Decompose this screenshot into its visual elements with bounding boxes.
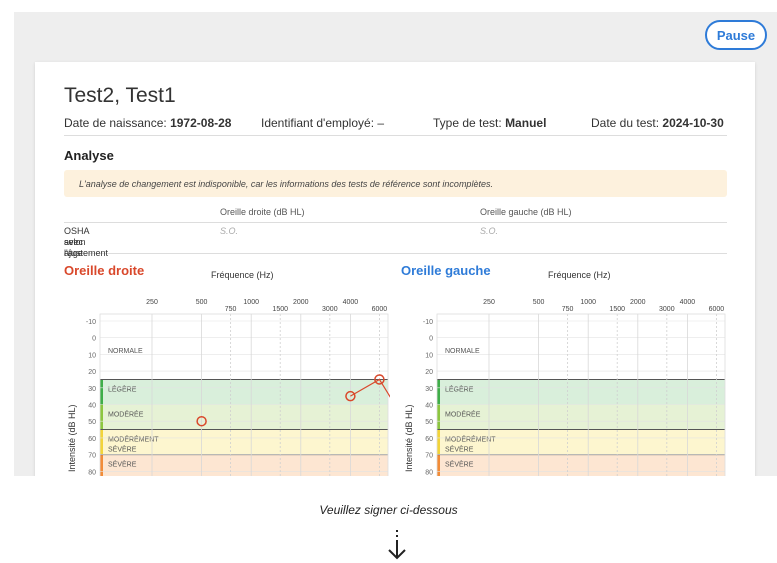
y-tick-label: 70 [425,453,433,460]
x-tick-label: 2000 [293,299,309,306]
hearing-zone [437,454,725,476]
x-tick-label: 2000 [630,299,646,306]
x-tick-label: 500 [196,299,208,306]
date-of-birth: Date de naissance: 1972-08-28 [64,116,232,130]
left-frequency-title: Fréquence (Hz) [548,270,611,280]
pause-button[interactable]: Pause [705,20,767,50]
test-date: Date du test: 2024-10-30 [591,116,724,130]
x-tick-label: 1500 [609,306,625,313]
y-tick-label: 10 [88,352,96,359]
left-ear-audiogram: NORMALELÉGÈREMODÉRÉEMODÉRÉMENTSÉVÈRESÉVÈ… [423,299,726,476]
x-tick-label: 750 [225,306,237,313]
zone-label: MODÉRÉMENT [108,435,159,444]
right-frequency-title: Fréquence (Hz) [211,270,274,280]
column-left-ear: Oreille gauche (dB HL) [480,207,572,217]
zone-label: LÉGÈRE [108,384,137,393]
x-tick-label: 500 [533,299,545,306]
y-tick-label: 50 [425,419,433,426]
hearing-zone-marker [437,404,440,430]
right-ear-title: Oreille droite [64,263,145,278]
divider [64,135,727,136]
left-ear-title: Oreille gauche [401,263,491,278]
zone-label: NORMALE [108,348,143,355]
y-tick-label: -10 [423,319,433,326]
zone-label: LÉGÈRE [445,384,474,393]
x-tick-label: 6000 [372,306,388,313]
left-ear-value: S.O. [480,226,499,236]
y-tick-label: 60 [425,436,433,443]
right-ear-value: S.O. [220,226,239,236]
zone-label: NORMALE [445,348,480,355]
hearing-zone-marker [100,454,103,476]
y-tick-label: -10 [86,319,96,326]
x-tick-label: 250 [483,299,495,306]
y-tick-label: 20 [425,369,433,376]
hearing-zone-marker [437,379,440,405]
analysis-title: Analyse [64,148,114,163]
zone-label: SÉVÈRE [108,460,137,469]
analysis-alert: L'analyse de changement est indisponible… [64,170,727,197]
y-tick-label: 20 [88,369,96,376]
hearing-zone-marker [100,321,103,380]
y-tick-label: 80 [425,469,433,476]
y-tick-label: 70 [88,453,96,460]
hearing-zone-marker [437,321,440,380]
hearing-zone-marker [100,379,103,405]
hearing-zone [437,379,725,405]
y-tick-label: 0 [92,336,96,343]
x-tick-label: 3000 [659,306,675,313]
x-tick-label: 4000 [680,299,696,306]
hearing-zone-marker [100,429,103,455]
y-tick-label: 40 [425,403,433,410]
analysis-table-header: Oreille droite (dB HL) Oreille gauche (d… [64,205,727,223]
y-tick-label: 10 [425,352,433,359]
test-type: Type de test: Manuel [433,116,547,130]
x-tick-label: 1000 [580,299,596,306]
x-tick-label: 3000 [322,306,338,313]
arrow-down-icon [388,530,406,560]
hearing-zone [437,321,725,380]
zone-label: SÉVÈRE [445,445,474,454]
y-tick-label: 30 [88,386,96,393]
y-tick-label: 60 [88,436,96,443]
hearing-zone [100,379,388,405]
zone-label: MODÉRÉMENT [445,435,496,444]
signature-area: Veuillez signer ci-dessous [0,476,777,563]
sign-prompt: Veuillez signer ci-dessous [319,503,458,517]
table-row: OSHA avec ajustement selon l'âge S.O. S.O… [64,223,727,258]
y-tick-label: 40 [88,403,96,410]
x-tick-label: 6000 [709,306,725,313]
audiogram-report: Test2, Test1 Date de naissance: 1972-08-… [35,62,755,476]
zone-label: MODÉRÉE [108,410,144,419]
zone-label: SÉVÈRE [445,460,474,469]
hearing-zone-marker [437,454,440,476]
x-tick-label: 1000 [243,299,259,306]
hearing-zone [100,321,388,380]
y-tick-label: 80 [88,469,96,476]
hearing-zone [100,454,388,476]
x-tick-label: 4000 [343,299,359,306]
x-tick-label: 1500 [272,306,288,313]
test-review-panel: Pause Test2, Test1 Date de naissance: 19… [14,12,777,476]
hearing-zone-marker [437,429,440,455]
right-ear-audiogram: NORMALELÉGÈREMODÉRÉEMODÉRÉMENTSÉVÈRESÉVÈ… [86,299,390,476]
y-tick-label: 30 [425,386,433,393]
x-tick-label: 750 [562,306,574,313]
zone-label: SÉVÈRE [108,445,137,454]
hearing-zone-marker [100,404,103,430]
column-right-ear: Oreille droite (dB HL) [220,207,305,217]
employee-id: Identifiant d'employé: – [261,116,385,130]
y-tick-label: 0 [429,336,433,343]
y-tick-label: 50 [88,419,96,426]
zone-label: MODÉRÉE [445,410,481,419]
x-tick-label: 250 [146,299,158,306]
patient-name: Test2, Test1 [64,84,176,107]
